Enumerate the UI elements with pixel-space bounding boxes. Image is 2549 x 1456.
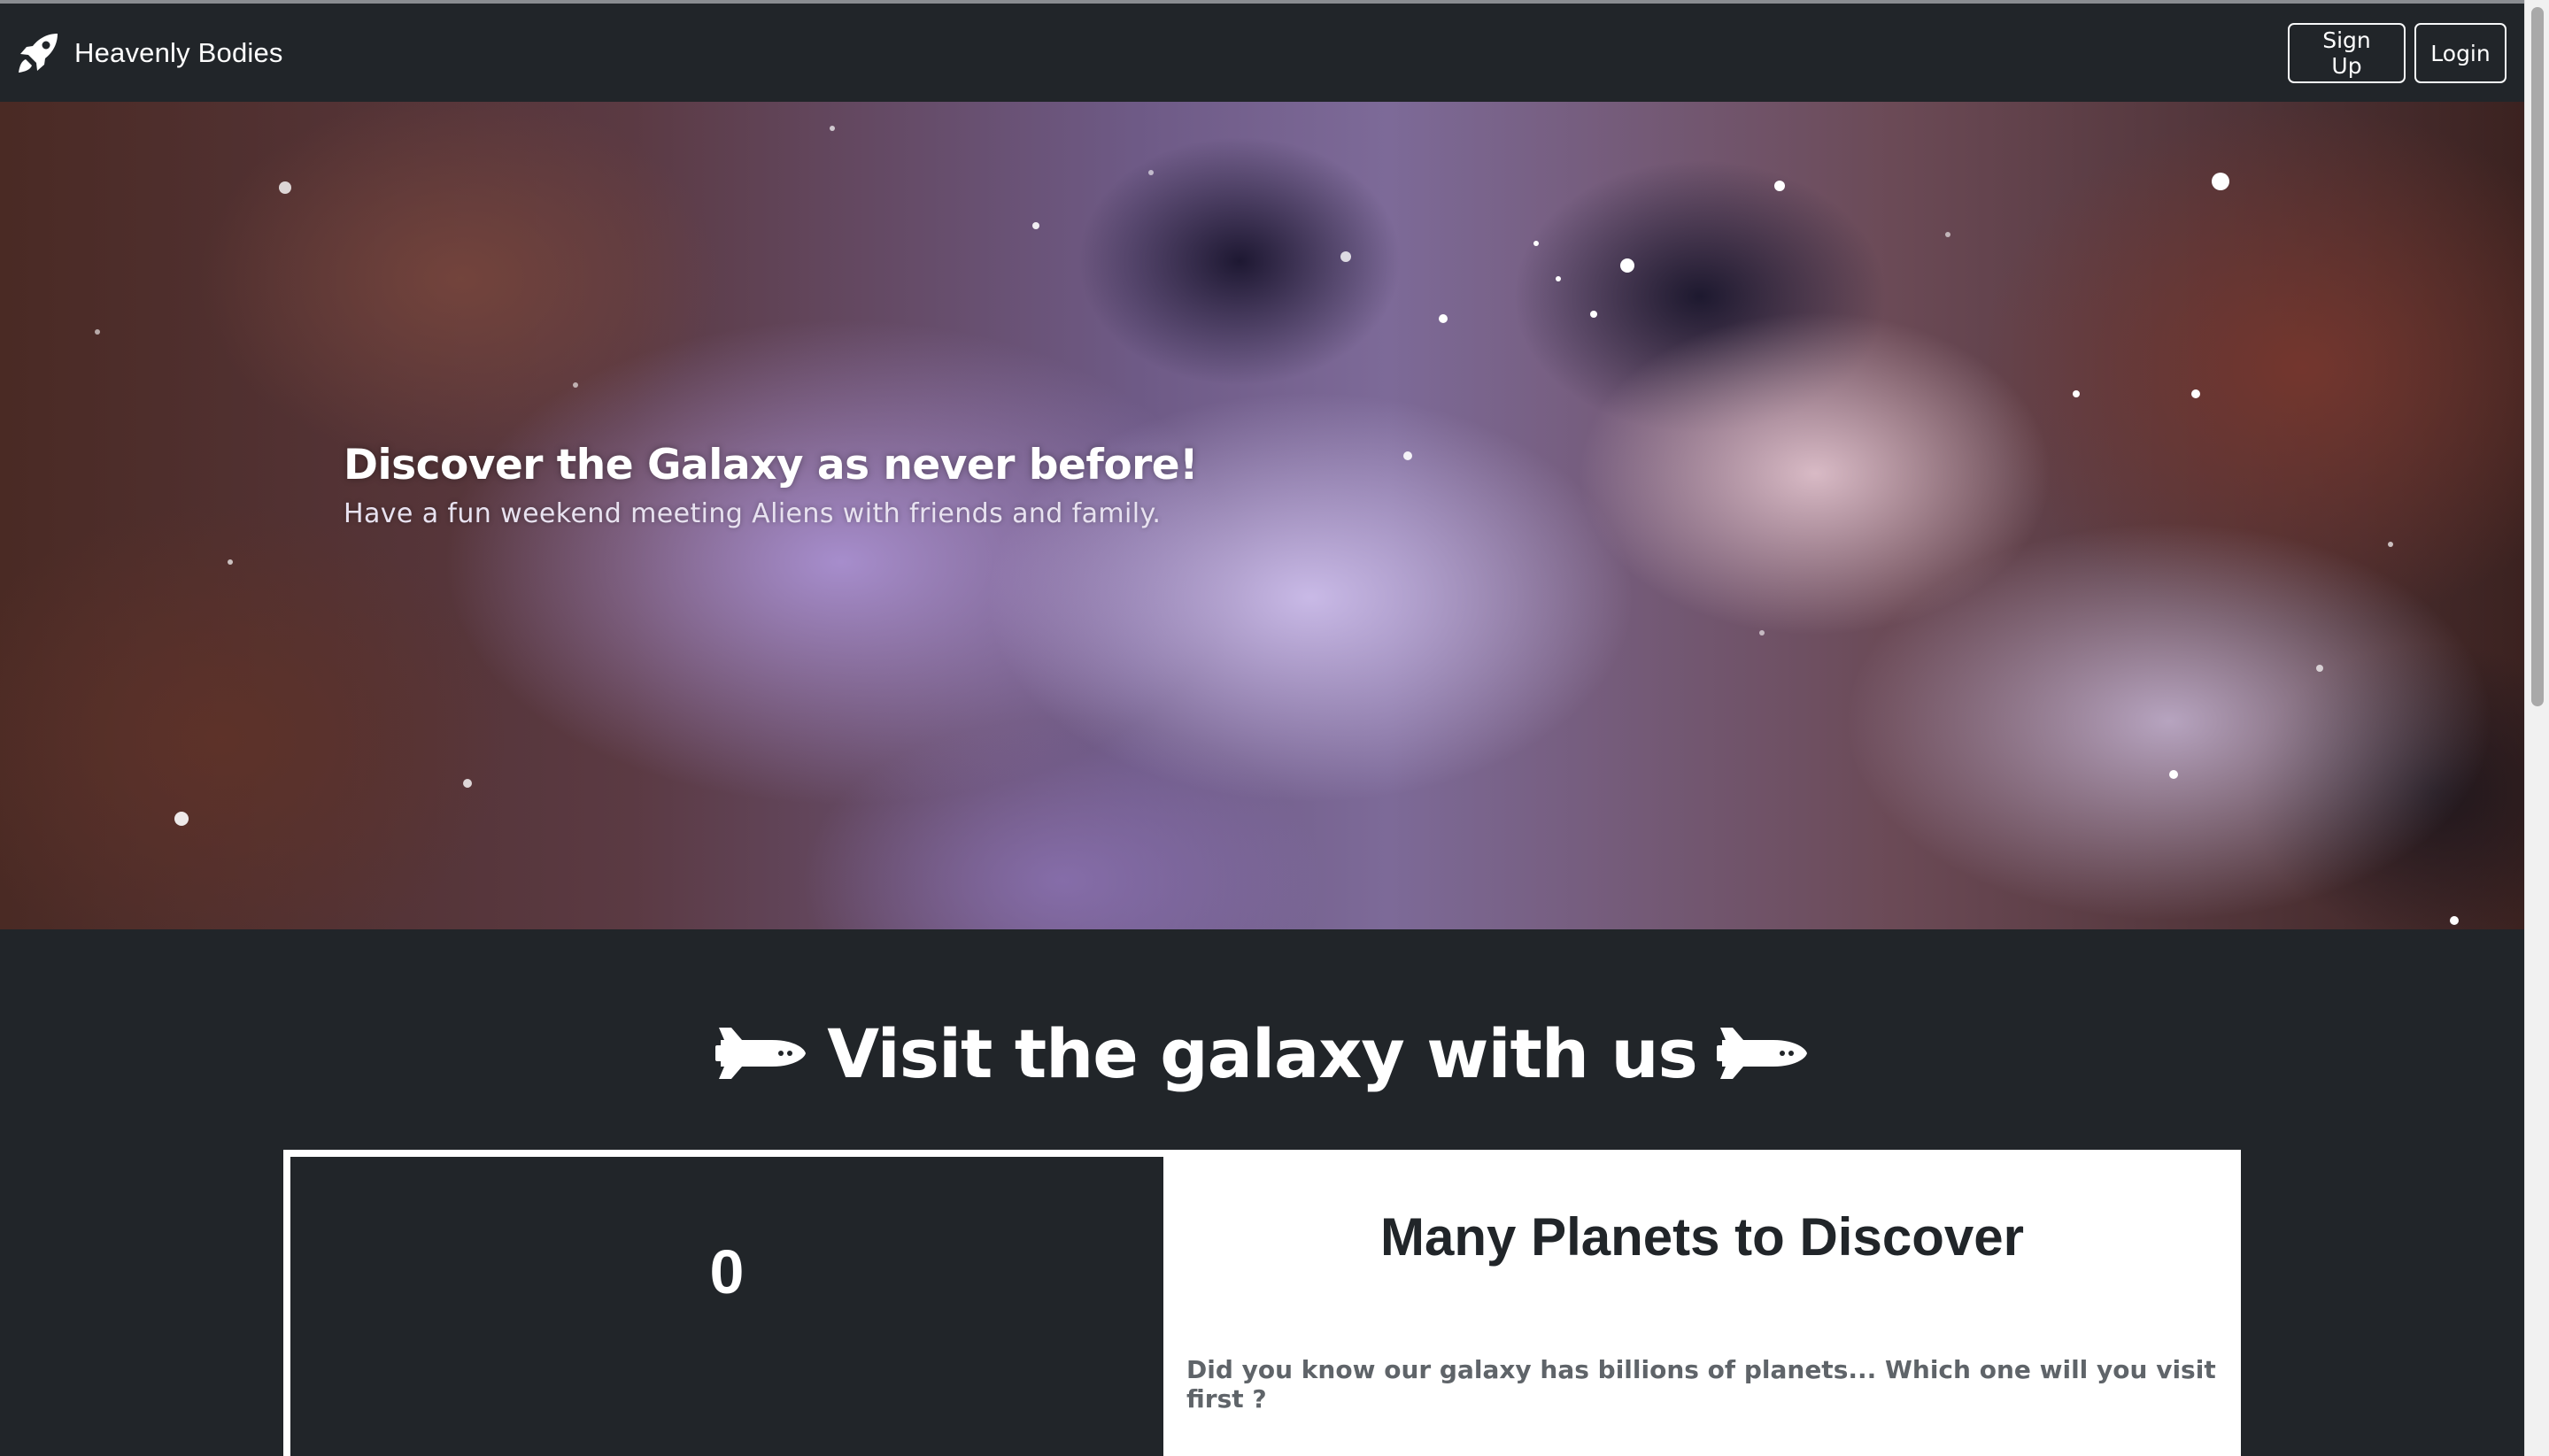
card-title: Many Planets to Discover [1380, 1207, 2024, 1267]
sign-up-button[interactable]: Sign Up [2288, 23, 2406, 83]
hero-banner: Discover the Galaxy as never before! Hav… [0, 102, 2524, 929]
navbar: Heavenly Bodies Sign Up Login [0, 4, 2524, 102]
page: Heavenly Bodies Sign Up Login Discover t… [0, 0, 2524, 1456]
planet-counter: 0 [709, 1237, 745, 1306]
section-heading: Visit the galaxy with us [0, 1009, 2524, 1098]
space-shuttle-icon [715, 1028, 807, 1079]
brand-link[interactable]: Heavenly Bodies [16, 28, 283, 78]
login-button[interactable]: Login [2414, 23, 2507, 83]
card-description: Did you know our galaxy has billions of … [1186, 1355, 2216, 1414]
hero-text-block: Discover the Galaxy as never before! Hav… [344, 441, 1583, 529]
scrollbar-thumb[interactable] [2531, 7, 2544, 706]
space-shuttle-icon [1716, 1028, 1807, 1079]
planets-card: 0 Many Planets to Discover Did you know … [283, 1150, 2241, 1456]
brand-name: Heavenly Bodies [74, 37, 283, 68]
hero-title: Discover the Galaxy as never before! [344, 441, 1199, 489]
planet-counter-panel: 0 [290, 1157, 1163, 1456]
vertical-scrollbar[interactable] [2524, 0, 2549, 1456]
rocket-icon [19, 34, 58, 73]
section-title: Visit the galaxy with us [827, 1013, 1698, 1093]
hero-subtitle: Have a fun weekend meeting Aliens with f… [344, 498, 1162, 529]
